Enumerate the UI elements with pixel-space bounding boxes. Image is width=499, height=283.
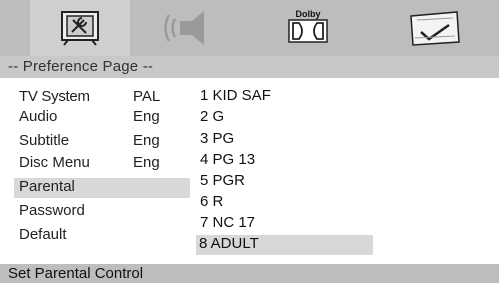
tab-general[interactable] bbox=[30, 0, 130, 56]
tab-dolby[interactable]: Dolby bbox=[245, 0, 370, 56]
menu-item-value: PAL bbox=[133, 88, 161, 105]
rating-option-label: 7 NC 17 bbox=[200, 214, 256, 231]
menu-item-default[interactable]: Default bbox=[14, 226, 190, 246]
rating-option-label: 1 KID SAF bbox=[200, 87, 271, 104]
tab-preference[interactable] bbox=[370, 0, 499, 56]
rating-option-4[interactable]: 4 PG 13 bbox=[196, 151, 373, 171]
menu-item-value: Eng bbox=[133, 132, 160, 149]
menu-item-disc-menu[interactable]: Disc Menu Eng bbox=[14, 154, 190, 174]
menu-item-value: Eng bbox=[133, 154, 160, 171]
menu-item-parental[interactable]: Parental bbox=[14, 178, 190, 198]
icon-tab-bar: Dolby bbox=[0, 0, 499, 56]
preference-check-icon bbox=[409, 11, 460, 46]
menu-item-audio[interactable]: Audio Eng bbox=[14, 108, 190, 128]
page-header: -- Preference Page -- bbox=[0, 56, 499, 78]
menu-item-value: Eng bbox=[133, 108, 160, 125]
tab-audio[interactable] bbox=[130, 0, 245, 56]
speaker-icon bbox=[163, 11, 204, 45]
menu-item-tv-system[interactable]: TV System PAL bbox=[14, 88, 190, 108]
rating-option-5[interactable]: 5 PGR bbox=[196, 172, 373, 192]
rating-option-2[interactable]: 2 G bbox=[196, 108, 373, 128]
rating-option-8[interactable]: 8 ADULT bbox=[196, 235, 373, 255]
menu-item-label: TV System bbox=[19, 88, 90, 105]
dolby-icon: Dolby bbox=[287, 9, 328, 43]
rating-option-label: 2 G bbox=[200, 108, 225, 125]
rating-option-7[interactable]: 7 NC 17 bbox=[196, 214, 373, 234]
menu-item-password[interactable]: Password bbox=[14, 202, 190, 222]
menu-item-label: Parental bbox=[19, 178, 75, 195]
status-bar: Set Parental Control bbox=[0, 264, 499, 283]
rating-option-3[interactable]: 3 PG bbox=[196, 130, 373, 150]
menu-item-label: Disc Menu bbox=[19, 154, 90, 171]
rating-option-6[interactable]: 6 R bbox=[196, 193, 373, 213]
rating-option-label: 5 PGR bbox=[200, 172, 246, 189]
rating-option-label: 8 ADULT bbox=[199, 235, 259, 252]
rating-option-1[interactable]: 1 KID SAF bbox=[196, 87, 373, 107]
menu-item-label: Audio bbox=[19, 108, 58, 125]
menu-item-label: Subtitle bbox=[19, 132, 70, 149]
menu-item-subtitle[interactable]: Subtitle Eng bbox=[14, 132, 190, 152]
rating-option-label: 4 PG 13 bbox=[200, 151, 256, 168]
status-text: Set Parental Control bbox=[8, 265, 144, 282]
menu-item-label: Default bbox=[19, 226, 67, 243]
menu-item-label: Password bbox=[19, 202, 85, 219]
setup-screen: Dolby -- Preference Page -- TV System PA… bbox=[0, 0, 499, 283]
settings-tools-icon bbox=[61, 11, 99, 46]
rating-option-label: 6 R bbox=[200, 193, 224, 210]
page-title: -- Preference Page -- bbox=[8, 58, 154, 75]
rating-option-label: 3 PG bbox=[200, 130, 235, 147]
dolby-label: Dolby bbox=[295, 9, 320, 19]
